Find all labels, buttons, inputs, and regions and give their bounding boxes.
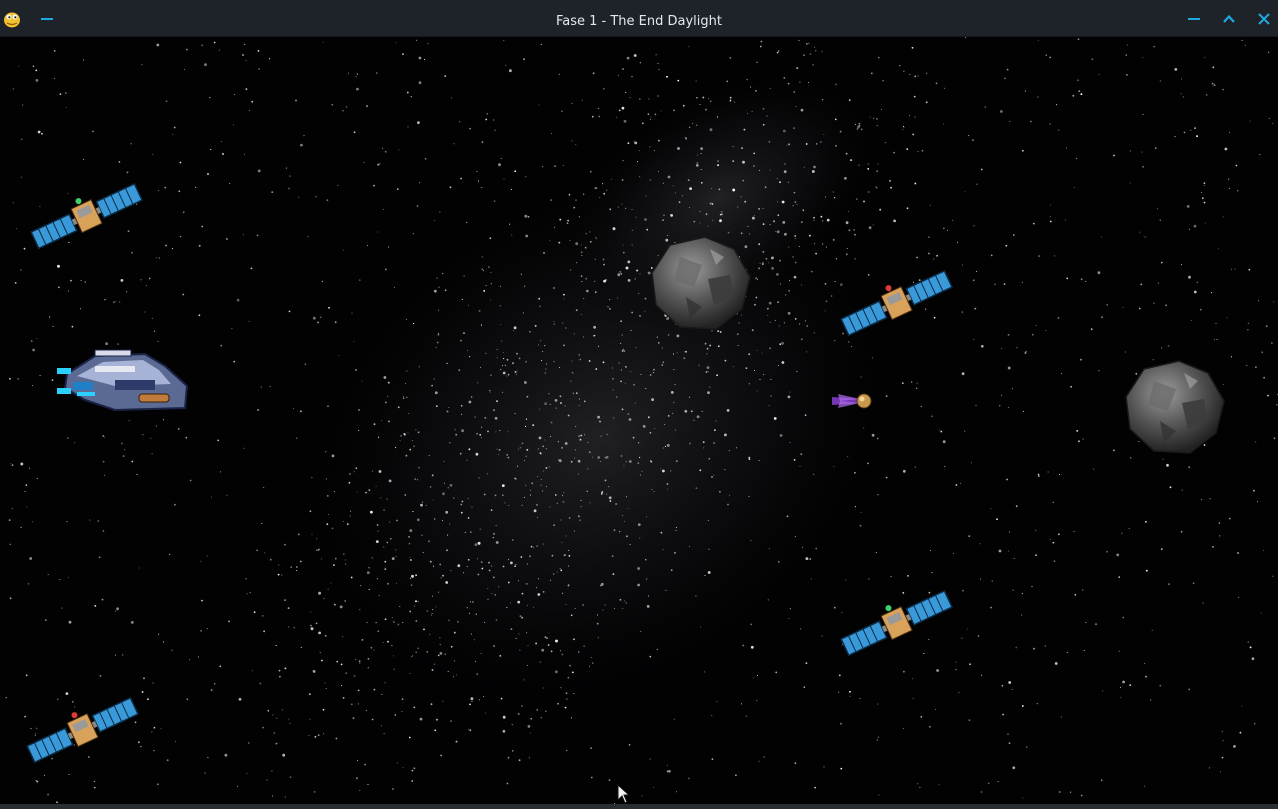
minimize-button[interactable] <box>1183 8 1205 30</box>
chevron-up-icon <box>1222 12 1236 26</box>
window-title: Fase 1 - The End Daylight <box>555 14 722 29</box>
asteroid <box>650 235 752 337</box>
enemy-satellite <box>838 584 956 668</box>
mouse-cursor-icon <box>617 783 631 804</box>
minimize-icon <box>1187 12 1201 26</box>
asteroid <box>1124 359 1226 461</box>
close-button[interactable] <box>1253 8 1275 30</box>
player-spaceship <box>55 344 191 416</box>
enemy-satellite <box>28 177 146 261</box>
enemy-satellite <box>838 264 956 348</box>
projectile <box>830 391 876 415</box>
close-icon <box>1257 12 1271 26</box>
game-canvas[interactable] <box>0 37 1278 804</box>
enemy-satellite <box>24 691 142 775</box>
window-bottom-border <box>0 804 1278 809</box>
starfield-background <box>5 37 1278 804</box>
maximize-button[interactable] <box>1218 8 1240 30</box>
window-titlebar[interactable]: Fase 1 - The End Daylight <box>0 0 1278 37</box>
